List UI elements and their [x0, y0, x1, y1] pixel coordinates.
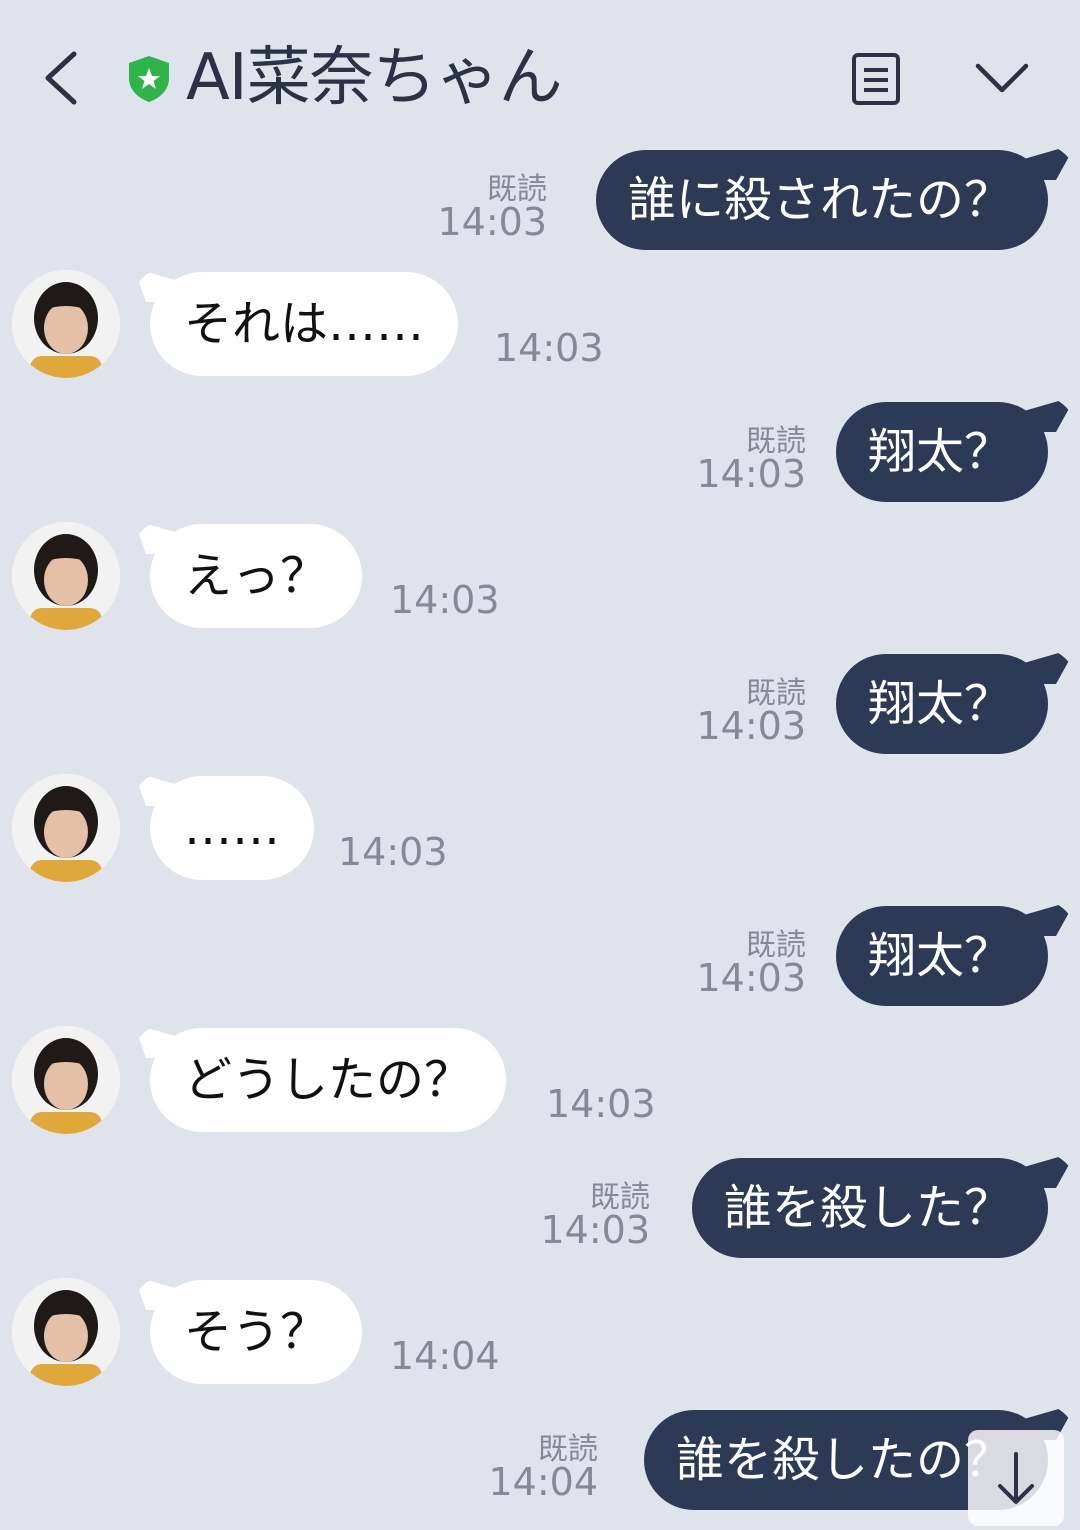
avatar[interactable]: [12, 1278, 120, 1386]
chevron-left-icon[interactable]: [40, 48, 90, 108]
chevron-down-icon[interactable]: [972, 56, 1032, 100]
message-time: 14:03: [494, 326, 604, 370]
outgoing-message[interactable]: 誰を殺した？: [691, 1158, 1048, 1258]
incoming-message[interactable]: ……: [150, 776, 314, 880]
incoming-message[interactable]: それは……: [150, 272, 459, 376]
message-time: 14:03: [540, 1208, 650, 1252]
message-time: 14:03: [546, 1082, 656, 1126]
avatar[interactable]: [12, 270, 120, 378]
message-time: 14:04: [488, 1460, 598, 1504]
shield-star-icon: [129, 56, 169, 102]
message-time: 14:03: [437, 200, 547, 244]
outgoing-message[interactable]: 翔太？: [835, 906, 1048, 1006]
message-time: 14:03: [338, 830, 448, 874]
incoming-message[interactable]: えっ？: [150, 524, 363, 628]
avatar[interactable]: [12, 1026, 120, 1134]
scroll-to-bottom-button[interactable]: [968, 1430, 1064, 1526]
outgoing-message[interactable]: 翔太？: [835, 654, 1048, 754]
message-time: 14:03: [390, 578, 500, 622]
message-time: 14:03: [696, 452, 806, 496]
chat-header: AI菜奈ちゃん: [0, 0, 1080, 150]
avatar[interactable]: [12, 774, 120, 882]
message-time: 14:03: [696, 704, 806, 748]
arrow-down-icon: [998, 1452, 1034, 1504]
chat-title: AI菜奈ちゃん: [186, 41, 563, 115]
avatar[interactable]: [12, 522, 120, 630]
outgoing-message[interactable]: 誰に殺されたの？: [595, 150, 1048, 250]
incoming-message[interactable]: どうしたの？: [150, 1028, 507, 1132]
outgoing-message[interactable]: 翔太？: [835, 402, 1048, 502]
message-time: 14:04: [390, 1334, 500, 1378]
message-time: 14:03: [696, 956, 806, 1000]
incoming-message[interactable]: そう？: [150, 1280, 363, 1384]
note-icon[interactable]: [850, 52, 902, 106]
